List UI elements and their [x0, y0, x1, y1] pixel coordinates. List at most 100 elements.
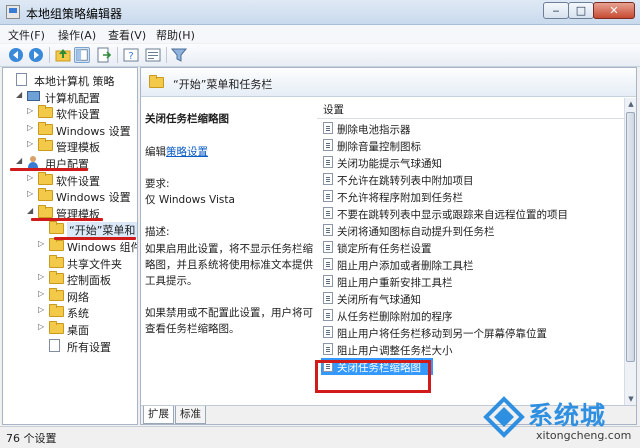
- settings-list: 设置 删除电池指示器 删除音量控制图标 关闭功能提示气球通知不允许在跳转列表中附加项…: [317, 98, 624, 405]
- help-icon[interactable]: ?: [123, 47, 139, 63]
- tree-item-label: 管理模板: [56, 141, 100, 155]
- expand-icon[interactable]: ▷: [27, 106, 37, 115]
- menu-help[interactable]: 帮助(H): [156, 27, 195, 43]
- setting-row[interactable]: 关闭将通知图标自动提升到任务栏: [321, 222, 621, 239]
- setting-row[interactable]: 阻止用户重新安排工具栏: [321, 273, 621, 290]
- setting-icon: [323, 258, 333, 270]
- setting-row[interactable]: 不允许在跳转列表中附加项目: [321, 171, 621, 188]
- setting-row[interactable]: 阻止用户将任务栏移动到另一个屏幕停靠位置: [321, 324, 621, 341]
- maximize-button[interactable]: □: [568, 2, 594, 19]
- filter-icon[interactable]: [171, 47, 187, 63]
- setting-label: 关闭所有气球通知: [337, 294, 421, 306]
- setting-label: 从任务栏删除附加的程序: [337, 311, 453, 323]
- expand-icon[interactable]: ▷: [27, 189, 37, 198]
- setting-icon: [323, 275, 333, 287]
- setting-icon: [323, 190, 333, 202]
- window-title: 本地组策略编辑器: [26, 7, 123, 21]
- setting-row[interactable]: 锁定所有任务栏设置: [321, 239, 621, 256]
- setting-label: 不允许将程序附加到任务栏: [337, 192, 463, 204]
- annotation-box-selected-setting: [315, 360, 431, 393]
- setting-label: 阻止用户调整任务栏大小: [337, 345, 453, 357]
- expand-icon[interactable]: ▷: [27, 123, 37, 132]
- setting-row[interactable]: 不允许将程序附加到任务栏: [321, 188, 621, 205]
- annotation-underline-user-config: [10, 168, 88, 171]
- collapse-icon[interactable]: ◢: [16, 90, 26, 99]
- scroll-up-icon[interactable]: ▲: [625, 98, 636, 110]
- policy-doc-icon: [16, 73, 27, 86]
- folder-icon: [49, 287, 64, 301]
- folder-icon: [49, 254, 64, 268]
- annotation-underline-start-menu: [54, 237, 136, 240]
- watermark-url: xitongcheng.com: [536, 429, 632, 442]
- minimize-button[interactable]: ‒: [543, 2, 569, 19]
- requirements-value: 仅 Windows Vista: [145, 194, 235, 206]
- back-icon[interactable]: [8, 47, 24, 63]
- setting-row[interactable]: 删除音量控制图标: [321, 137, 621, 154]
- toolbar-separator: [49, 47, 50, 63]
- tree-item-label: 桌面: [67, 324, 89, 337]
- setting-label: 删除电池指示器: [337, 124, 411, 136]
- svg-text:?: ?: [128, 51, 133, 62]
- setting-label: 阻止用户将任务栏移动到另一个屏幕停靠位置: [337, 328, 547, 340]
- status-text: 76 个设置: [6, 432, 57, 445]
- menu-file[interactable]: 文件(F): [8, 27, 45, 43]
- setting-icon: [323, 207, 333, 219]
- setting-row[interactable]: 不要在跳转列表中显示或跟踪来自远程位置的项目: [321, 205, 621, 222]
- setting-row[interactable]: 关闭功能提示气球通知: [321, 154, 621, 171]
- menu-bar: 文件(F) 操作(A) 查看(V) 帮助(H): [0, 25, 640, 43]
- expand-icon[interactable]: ▷: [38, 272, 48, 281]
- expand-icon[interactable]: ▷: [38, 239, 48, 248]
- expand-icon[interactable]: ▷: [38, 305, 48, 314]
- setting-row[interactable]: 关闭所有气球通知: [321, 290, 621, 307]
- setting-row[interactable]: 阻止用户调整任务栏大小: [321, 341, 621, 358]
- setting-label: 删除音量控制图标: [337, 141, 421, 153]
- setting-row[interactable]: 阻止用户添加或者删除工具栏: [321, 256, 621, 273]
- show-tree-icon[interactable]: [74, 47, 90, 63]
- setting-icon: [323, 139, 333, 151]
- description-line: 略图，并且系统将使用标准文本提供: [145, 259, 313, 271]
- folder-icon: [38, 188, 53, 202]
- vertical-scrollbar[interactable]: ▲ ▼: [624, 98, 636, 405]
- setting-label: 阻止用户重新安排工具栏: [337, 277, 453, 289]
- setting-icon: [323, 309, 333, 321]
- tab-standard[interactable]: 标准: [175, 406, 206, 424]
- description-line: 查看任务栏缩略图。: [145, 323, 240, 335]
- expand-icon[interactable]: ▷: [38, 289, 48, 298]
- setting-label: 不允许在跳转列表中附加项目: [337, 175, 474, 187]
- setting-icon: [323, 326, 333, 338]
- export-icon[interactable]: [96, 47, 112, 63]
- tab-extended[interactable]: 扩展: [143, 406, 174, 424]
- up-folder-icon[interactable]: [55, 47, 71, 63]
- folder-icon: [38, 204, 53, 218]
- policy-doc-icon: [49, 338, 60, 352]
- edit-policy-link[interactable]: 策略设置: [166, 146, 208, 158]
- expand-icon[interactable]: ▷: [27, 139, 37, 148]
- setting-icon: [323, 343, 333, 355]
- description-line: 如果启用此设置，将不显示任务栏缩: [145, 243, 313, 255]
- tree-item-label: “开始”菜单和: [67, 222, 137, 239]
- annotation-underline-admin-templates: [31, 218, 103, 221]
- toolbar-separator: [166, 47, 167, 63]
- tree-item-label: 系统: [67, 307, 89, 321]
- folder-icon: [38, 105, 53, 119]
- folder-icon: [38, 138, 53, 152]
- menu-view[interactable]: 查看(V): [108, 27, 146, 43]
- setting-row[interactable]: 从任务栏删除附加的程序: [321, 307, 621, 324]
- setting-row[interactable]: 删除电池指示器: [321, 120, 621, 137]
- category-header: “开始”菜单和任务栏: [141, 68, 636, 97]
- scroll-down-icon[interactable]: ▼: [625, 393, 636, 405]
- expand-icon[interactable]: ▷: [27, 173, 37, 182]
- scroll-thumb[interactable]: [626, 112, 635, 362]
- tree-item-label: 共享文件夹: [67, 257, 122, 271]
- expand-icon[interactable]: ▷: [38, 322, 48, 331]
- setting-label: 锁定所有任务栏设置: [337, 243, 432, 255]
- collapse-icon[interactable]: ◢: [16, 156, 26, 165]
- forward-icon[interactable]: [28, 47, 44, 63]
- properties-icon[interactable]: [145, 47, 161, 63]
- close-button[interactable]: ✕: [593, 2, 635, 19]
- menu-action[interactable]: 操作(A): [58, 27, 96, 43]
- collapse-icon[interactable]: ◢: [27, 206, 37, 215]
- column-header-setting[interactable]: 设置: [317, 98, 624, 119]
- setting-icon: [323, 224, 333, 236]
- category-title: “开始”菜单和任务栏: [173, 78, 273, 91]
